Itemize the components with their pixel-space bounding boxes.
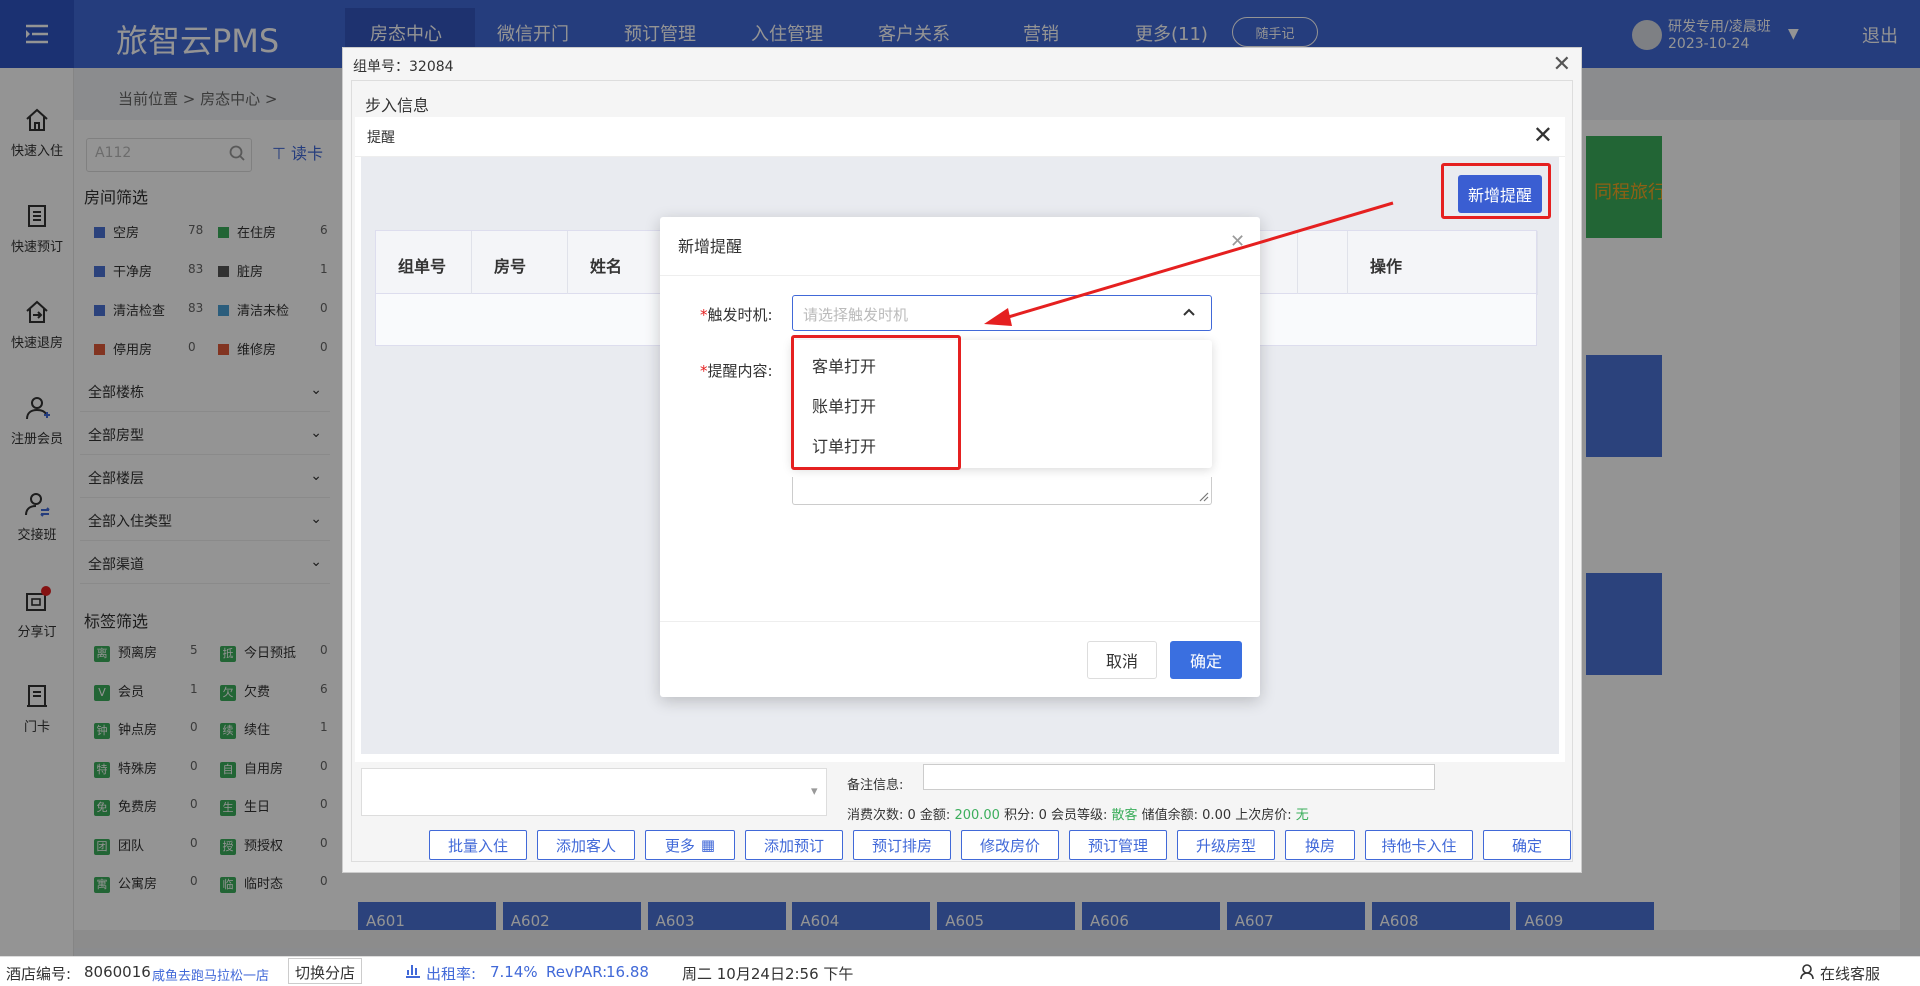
close-icon[interactable]: ✕ xyxy=(1553,52,1571,77)
column-header: 组单号 xyxy=(376,231,472,295)
group-action-button[interactable]: 确定 xyxy=(1483,830,1571,860)
trigger-label-text: 触发时机: xyxy=(707,306,773,324)
online-support-link[interactable]: 在线客服 xyxy=(1820,963,1880,984)
group-action-button[interactable]: 持他卡入住 xyxy=(1365,830,1473,860)
group-action-label: 批量入住 xyxy=(447,836,508,855)
headset-icon xyxy=(1798,962,1816,984)
close-icon[interactable]: ✕ xyxy=(1533,121,1553,149)
group-action-label: 添加预订 xyxy=(763,836,824,855)
confirm-button[interactable]: 确定 xyxy=(1170,641,1242,679)
group-action-button[interactable]: 预订排房 xyxy=(853,830,951,860)
group-action-button[interactable]: 更多 ▦ xyxy=(645,830,735,860)
trigger-select[interactable]: 请选择触发时机 xyxy=(792,295,1212,331)
group-action-label: 预订排房 xyxy=(871,836,932,855)
consume-prefix: 消费次数: 0 金额: xyxy=(847,808,955,823)
group-dialog-title: 组单号：32084 xyxy=(353,59,454,75)
revpar-value: 16.88 xyxy=(606,963,649,981)
highlight-box xyxy=(791,335,961,470)
highlight-box xyxy=(1441,163,1551,219)
column-header: 操作 xyxy=(1348,231,1538,295)
divider xyxy=(660,275,1260,276)
trigger-label: *触发时机: xyxy=(700,304,773,325)
triangle-down-icon[interactable]: ▾ xyxy=(811,784,818,799)
remind-dialog-header: 提醒 ✕ xyxy=(355,117,1565,157)
group-action-label: 确定 xyxy=(1511,836,1542,855)
group-action-label: 预订管理 xyxy=(1087,836,1148,855)
required-mark: * xyxy=(700,306,708,324)
close-icon[interactable]: ✕ xyxy=(1230,231,1245,252)
memo-textarea[interactable] xyxy=(923,764,1435,790)
cancel-button[interactable]: 取消 xyxy=(1087,641,1157,679)
consume-summary: 消费次数: 0 金额: 200.00 积分: 0 会员等级: 散客 储值余额: … xyxy=(847,804,1309,823)
column-header: 房号 xyxy=(472,231,568,295)
content-label: *提醒内容: xyxy=(700,360,773,381)
walkin-section-title: 步入信息 xyxy=(365,96,430,115)
group-action-button[interactable]: 添加客人 xyxy=(537,830,635,860)
memo-label: 备注信息: xyxy=(847,778,904,793)
add-reminder-title: 新增提醒 xyxy=(678,237,743,256)
group-action-label: 持他卡入住 xyxy=(1381,836,1457,855)
chevron-up-icon[interactable] xyxy=(1182,305,1196,323)
group-action-button[interactable]: 修改房价 xyxy=(961,830,1059,860)
add-reminder-dialog: 新增提醒 ✕ *触发时机: 请选择触发时机 *提醒内容: 客单打开 账单打开 订… xyxy=(660,217,1260,697)
revpar-label: RevPAR: xyxy=(546,963,608,981)
group-action-label: 修改房价 xyxy=(979,836,1040,855)
hotel-id-label: 酒店编号: xyxy=(6,965,72,983)
last-price: 无 xyxy=(1295,808,1309,823)
group-action-label: 换房 xyxy=(1304,836,1335,855)
divider xyxy=(660,621,1260,622)
group-action-button[interactable]: 添加预订 xyxy=(745,830,843,860)
status-bar: 酒店编号: 8060016 咸鱼去跑马拉松一店 切换分店 出租率: 7.14% … xyxy=(0,956,1920,986)
consume-tail: 储值余额: 0.00 上次房价: xyxy=(1137,808,1296,823)
remind-dialog-title: 提醒 xyxy=(367,130,395,146)
group-action-button[interactable]: 预订管理 xyxy=(1069,830,1167,860)
group-action-button[interactable]: 换房 xyxy=(1285,830,1355,860)
column-header xyxy=(1298,231,1348,295)
datetime: 周二 10月24日2:56 下午 xyxy=(682,965,854,983)
occupancy-label: 出租率: xyxy=(426,965,477,983)
bar-chart-icon xyxy=(404,961,422,983)
switch-store-button[interactable]: 切换分店 xyxy=(288,958,363,984)
group-action-label: 升级房型 xyxy=(1195,836,1256,855)
consume-amount: 200.00 xyxy=(954,808,1000,823)
content-label-text: 提醒内容: xyxy=(707,362,773,380)
member-level: 散客 xyxy=(1111,808,1138,823)
required-mark: * xyxy=(700,362,708,380)
group-action-label: 更多 xyxy=(664,836,695,855)
content-textarea[interactable] xyxy=(792,477,1212,505)
group-action-button[interactable]: 升级房型 xyxy=(1177,830,1275,860)
group-action-button[interactable]: 批量入住 xyxy=(429,830,527,860)
guest-list-box xyxy=(361,768,827,816)
consume-mid: 积分: 0 会员等级: xyxy=(999,808,1112,823)
resize-handle-icon[interactable] xyxy=(1199,492,1209,502)
hotel-id: 8060016 xyxy=(84,963,151,981)
hotel-name: 咸鱼去跑马拉松一店 xyxy=(152,969,270,984)
grid-icon: ▦ xyxy=(700,836,716,854)
group-action-label: 添加客人 xyxy=(555,836,616,855)
occupancy-value: 7.14% xyxy=(490,963,538,981)
